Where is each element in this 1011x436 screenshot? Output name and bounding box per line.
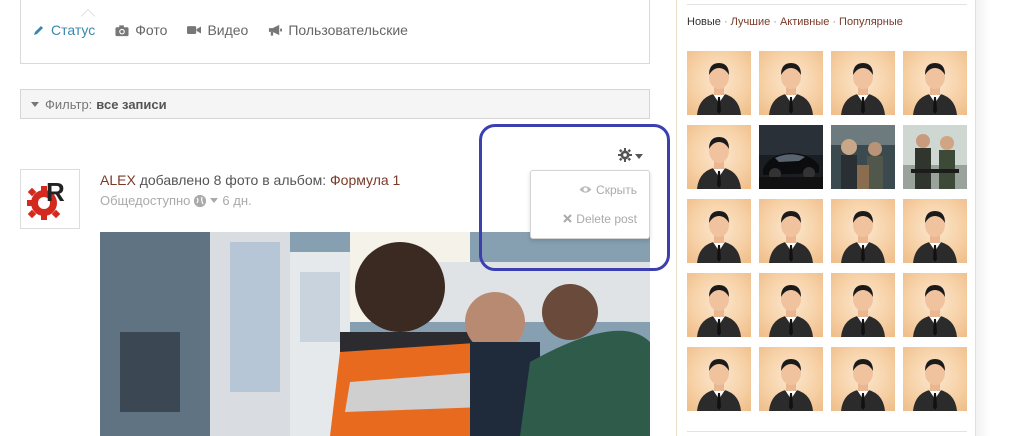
person-silhouette-icon bbox=[841, 211, 885, 263]
tab-custom[interactable]: Пользовательские bbox=[268, 22, 408, 38]
composer-pointer bbox=[80, 8, 96, 24]
author-avatar[interactable]: R bbox=[20, 169, 80, 229]
post-author-link[interactable]: ALEX bbox=[100, 172, 136, 188]
user-avatar-tile[interactable] bbox=[759, 51, 823, 115]
photo-tile[interactable] bbox=[759, 125, 823, 189]
thumbnail-image bbox=[759, 125, 823, 189]
camera-icon bbox=[115, 23, 129, 37]
delete-post-label: Delete post bbox=[576, 212, 637, 226]
globe-icon[interactable] bbox=[194, 194, 207, 207]
person-silhouette-icon bbox=[697, 211, 741, 263]
caret-down-icon bbox=[31, 101, 39, 107]
photos-sidebar: Новые · Лучшие · Активные · Популярные bbox=[676, 0, 976, 436]
user-avatar-tile[interactable] bbox=[903, 199, 967, 263]
close-icon bbox=[563, 212, 573, 226]
user-avatar-tile[interactable] bbox=[687, 347, 751, 411]
avatar-letter: R bbox=[46, 177, 65, 207]
tab-photo-label: Фото bbox=[135, 22, 168, 38]
user-avatar-tile[interactable] bbox=[831, 347, 895, 411]
gear-icon bbox=[618, 148, 632, 165]
person-silhouette-icon bbox=[769, 63, 813, 115]
sort-links: Новые · Лучшие · Активные · Популярные bbox=[687, 16, 903, 28]
person-silhouette-icon bbox=[697, 63, 741, 115]
person-silhouette-icon bbox=[697, 285, 741, 337]
sort-active[interactable]: Активные bbox=[780, 16, 829, 28]
person-silhouette-icon bbox=[913, 211, 957, 263]
delete-post-item[interactable]: Delete post bbox=[563, 212, 637, 226]
person-silhouette-icon bbox=[913, 285, 957, 337]
page: Статус Фото Видео Пользовательские Фильт… bbox=[0, 0, 1011, 436]
person-silhouette-icon bbox=[697, 137, 741, 189]
person-silhouette-icon bbox=[769, 359, 813, 411]
separator-dot: · bbox=[723, 16, 728, 28]
pencil-icon bbox=[31, 23, 45, 37]
tab-video[interactable]: Видео bbox=[187, 22, 248, 38]
separator-dot: · bbox=[832, 16, 837, 28]
privacy-label: Общедоступно bbox=[100, 193, 191, 208]
sort-new[interactable]: Новые bbox=[687, 16, 721, 28]
tab-status[interactable]: Статус bbox=[31, 22, 95, 38]
user-avatar-tile[interactable] bbox=[831, 273, 895, 337]
post-time[interactable]: 6 дн. bbox=[222, 193, 251, 208]
sort-popular[interactable]: Популярные bbox=[839, 16, 903, 28]
post-album-link[interactable]: Формула 1 bbox=[330, 172, 400, 188]
post-header: ALEX добавлено 8 фото в альбом: Формула … bbox=[100, 172, 400, 188]
person-silhouette-icon bbox=[841, 63, 885, 115]
person-silhouette-icon bbox=[913, 63, 957, 115]
divider bbox=[687, 4, 967, 5]
caret-down-icon bbox=[635, 154, 643, 159]
separator-dot: · bbox=[773, 16, 777, 28]
user-avatar-tile[interactable] bbox=[903, 51, 967, 115]
photo-tile[interactable] bbox=[903, 125, 967, 189]
person-silhouette-icon bbox=[841, 359, 885, 411]
post-meta: Общедоступно 6 дн. bbox=[100, 193, 252, 208]
hide-post-label: Скрыть bbox=[596, 183, 637, 197]
user-avatar-tile[interactable] bbox=[687, 199, 751, 263]
user-avatar-tile[interactable] bbox=[759, 273, 823, 337]
user-avatar-tile[interactable] bbox=[759, 199, 823, 263]
thumbnail-image bbox=[831, 125, 895, 189]
user-avatar-tile[interactable] bbox=[903, 273, 967, 337]
person-silhouette-icon bbox=[913, 359, 957, 411]
composer-tabs: Статус Фото Видео Пользовательские bbox=[31, 22, 408, 38]
tab-photo[interactable]: Фото bbox=[115, 22, 167, 38]
person-silhouette-icon bbox=[769, 285, 813, 337]
person-silhouette-icon bbox=[841, 285, 885, 337]
tab-status-label: Статус bbox=[51, 22, 96, 38]
post-photo[interactable] bbox=[100, 232, 650, 436]
person-silhouette-icon bbox=[769, 211, 813, 263]
user-avatar-tile[interactable] bbox=[831, 199, 895, 263]
photo-tile[interactable] bbox=[831, 125, 895, 189]
bullhorn-icon bbox=[268, 23, 283, 37]
user-avatar-tile[interactable] bbox=[687, 51, 751, 115]
tab-video-label: Видео bbox=[207, 22, 249, 38]
status-composer: Статус Фото Видео Пользовательские bbox=[20, 0, 650, 64]
hide-post-item[interactable]: Скрыть bbox=[579, 183, 637, 197]
gear-r-logo: R bbox=[27, 177, 65, 220]
eye-icon bbox=[579, 183, 592, 197]
tab-custom-label: Пользовательские bbox=[288, 22, 408, 38]
feed-filter[interactable]: Фильтр: все записи bbox=[20, 89, 650, 119]
post-options-button[interactable] bbox=[618, 148, 643, 165]
privacy-caret-icon[interactable] bbox=[210, 198, 219, 203]
sort-best[interactable]: Лучшие bbox=[731, 16, 771, 28]
post-action-text: добавлено 8 фото в альбом: bbox=[139, 172, 327, 188]
user-avatar-tile[interactable] bbox=[687, 125, 751, 189]
user-avatar-tile[interactable] bbox=[831, 51, 895, 115]
divider bbox=[687, 431, 967, 432]
post-options-menu: Скрыть Delete post bbox=[530, 170, 650, 239]
filter-value: все записи bbox=[96, 96, 167, 112]
page-edge bbox=[976, 0, 1011, 436]
thumbnail-image bbox=[903, 125, 967, 189]
user-avatar-tile[interactable] bbox=[759, 347, 823, 411]
filter-label: Фильтр: bbox=[45, 96, 93, 112]
user-avatar-tile[interactable] bbox=[903, 347, 967, 411]
person-silhouette-icon bbox=[697, 359, 741, 411]
video-camera-icon bbox=[187, 23, 202, 37]
user-avatar-tile[interactable] bbox=[687, 273, 751, 337]
